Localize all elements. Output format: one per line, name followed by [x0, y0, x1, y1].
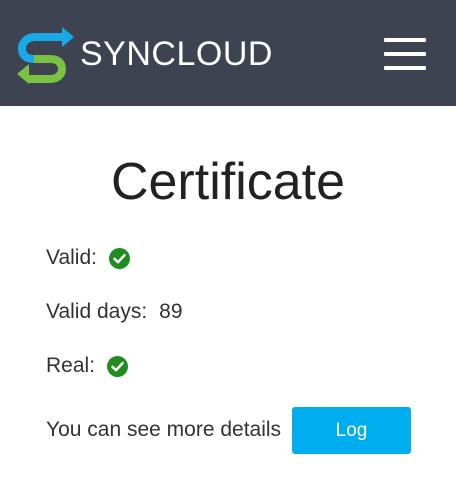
valid-days-label: Valid days:	[46, 300, 148, 323]
brand-name: SYNCLOUD	[80, 35, 273, 73]
menu-bar	[384, 66, 426, 70]
check-circle-icon	[108, 247, 130, 269]
menu-bar	[384, 38, 426, 42]
check-circle-icon	[107, 355, 129, 377]
page-title: Certificate	[110, 153, 346, 211]
real-label: Real:	[46, 354, 96, 377]
syncloud-logo-icon[interactable]	[14, 24, 76, 84]
valid-days-value: 89	[159, 300, 183, 323]
real-row: Real:	[46, 352, 129, 380]
details-text: You can see more details	[46, 418, 282, 441]
top-header: SYNCLOUD	[0, 0, 456, 106]
valid-row: Valid:	[46, 244, 130, 272]
log-button[interactable]: Log	[292, 407, 411, 454]
hamburger-menu-icon[interactable]	[382, 36, 428, 72]
details-row: You can see more details	[46, 416, 281, 444]
menu-bar	[384, 52, 426, 56]
valid-label: Valid:	[46, 246, 97, 269]
valid-days-row: Valid days: 89	[46, 298, 183, 326]
